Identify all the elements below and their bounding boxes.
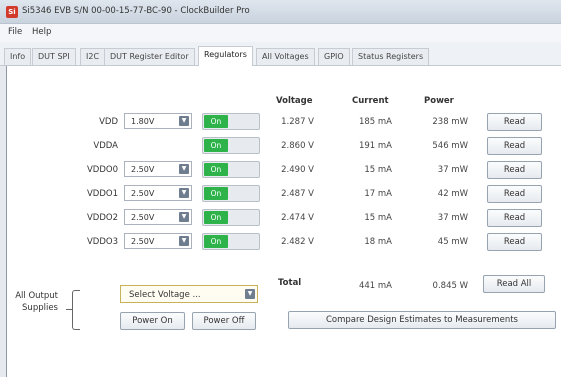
tab-info[interactable]: Info — [4, 48, 32, 65]
vdd-voltage-select[interactable]: 1.80V ▼ — [124, 113, 192, 129]
vddo3-power-reading: 45 mW — [437, 237, 468, 247]
row-label-vddo0: VDDO0 — [86, 165, 118, 175]
vddo1-voltage-select[interactable]: 2.50V ▼ — [124, 185, 192, 201]
compare-estimates-button[interactable]: Compare Design Estimates to Measurements — [288, 311, 556, 329]
vddo2-voltage-reading: 2.474 V — [281, 213, 314, 223]
app-icon: Si — [6, 6, 18, 18]
vdd-current-reading: 185 mA — [358, 117, 392, 127]
vddo2-power-toggle[interactable]: On — [202, 209, 260, 226]
all-output-voltage-select[interactable]: Select Voltage ... ▼ — [120, 285, 258, 303]
toggle-on-label: On — [204, 211, 228, 224]
vddo0-current-reading: 15 mA — [364, 165, 392, 175]
chevron-down-icon[interactable]: ▼ — [179, 212, 189, 222]
vddo3-voltage-reading: 2.482 V — [281, 237, 314, 247]
toggle-on-label: On — [204, 115, 228, 128]
vdda-power-reading: 546 mW — [432, 141, 468, 151]
power-off-button[interactable]: Power Off — [192, 312, 256, 330]
panel-divider — [6, 66, 7, 377]
vddo0-voltage-value: 2.50V — [131, 165, 155, 174]
tab-strip: Info DUT SPI I2C DUT Register Editor Reg… — [0, 42, 561, 66]
vddo0-power-toggle[interactable]: On — [202, 161, 260, 178]
chevron-down-icon[interactable]: ▼ — [179, 164, 189, 174]
chevron-down-icon[interactable]: ▼ — [245, 289, 255, 299]
chevron-down-icon[interactable]: ▼ — [179, 116, 189, 126]
toggle-on-label: On — [204, 139, 228, 152]
menu-help[interactable]: Help — [32, 27, 51, 37]
vddo2-voltage-value: 2.50V — [131, 213, 155, 222]
vddo3-read-button[interactable]: Read — [487, 233, 542, 251]
total-current: 441 mA — [358, 281, 392, 291]
row-label-vdda: VDDA — [93, 141, 118, 151]
vddo2-read-button[interactable]: Read — [487, 209, 542, 227]
header-voltage: Voltage — [276, 96, 313, 106]
vdd-voltage-value: 1.80V — [131, 117, 155, 126]
total-power: 0.845 W — [432, 281, 468, 291]
power-on-button[interactable]: Power On — [120, 312, 185, 330]
vddo1-voltage-value: 2.50V — [131, 189, 155, 198]
row-label-vddo3: VDDO3 — [86, 237, 118, 247]
vddo2-voltage-select[interactable]: 2.50V ▼ — [124, 209, 192, 225]
vddo0-read-button[interactable]: Read — [487, 161, 542, 179]
vdda-power-toggle[interactable]: On — [202, 137, 260, 154]
vddo2-current-reading: 15 mA — [364, 213, 392, 223]
row-label-vddo2: VDDO2 — [86, 213, 118, 223]
all-output-label: All Output — [15, 291, 58, 301]
row-label-vddo1: VDDO1 — [86, 189, 118, 199]
vddo0-voltage-reading: 2.490 V — [281, 165, 314, 175]
vddo1-power-reading: 42 mW — [437, 189, 468, 199]
vddo3-current-reading: 18 mA — [364, 237, 392, 247]
row-label-vdd: VDD — [99, 117, 118, 127]
vdda-read-button[interactable]: Read — [487, 137, 542, 155]
title-bar: Si Si5346 EVB S/N 00-00-15-77-BC-90 - Cl… — [0, 0, 561, 24]
vddo0-voltage-select[interactable]: 2.50V ▼ — [124, 161, 192, 177]
menu-bar: File Help — [0, 24, 561, 42]
vddo2-power-reading: 37 mW — [437, 213, 468, 223]
select-voltage-placeholder: Select Voltage ... — [129, 290, 201, 300]
vddo3-voltage-value: 2.50V — [131, 237, 155, 246]
vddo1-voltage-reading: 2.487 V — [281, 189, 314, 199]
tab-gpio[interactable]: GPIO — [318, 48, 350, 65]
header-power: Power — [424, 96, 454, 106]
header-current: Current — [352, 96, 389, 106]
supplies-label: Supplies — [22, 303, 58, 313]
vdd-power-toggle[interactable]: On — [202, 113, 260, 130]
tab-i2c[interactable]: I2C — [80, 48, 106, 65]
toggle-on-label: On — [204, 187, 228, 200]
tab-dut-spi[interactable]: DUT SPI — [32, 48, 76, 65]
group-bracket — [72, 290, 80, 330]
tab-status-registers[interactable]: Status Registers — [352, 48, 430, 65]
vdd-read-button[interactable]: Read — [487, 113, 542, 131]
vdda-current-reading: 191 mA — [358, 141, 392, 151]
tab-dut-register-editor[interactable]: DUT Register Editor — [104, 48, 195, 65]
vddo1-current-reading: 17 mA — [364, 189, 392, 199]
vddo0-power-reading: 37 mW — [437, 165, 468, 175]
menu-file[interactable]: File — [8, 27, 22, 37]
toggle-on-label: On — [204, 163, 228, 176]
chevron-down-icon[interactable]: ▼ — [179, 236, 189, 246]
vddo3-voltage-select[interactable]: 2.50V ▼ — [124, 233, 192, 249]
window-title: Si5346 EVB S/N 00-00-15-77-BC-90 - Clock… — [22, 6, 250, 16]
vddo1-power-toggle[interactable]: On — [202, 185, 260, 202]
total-label: Total — [278, 278, 302, 288]
vddo1-read-button[interactable]: Read — [487, 185, 542, 203]
vdd-voltage-reading: 1.287 V — [281, 117, 314, 127]
read-all-button[interactable]: Read All — [483, 275, 545, 293]
toggle-on-label: On — [204, 235, 228, 248]
chevron-down-icon[interactable]: ▼ — [179, 188, 189, 198]
tab-all-voltages[interactable]: All Voltages — [256, 48, 315, 65]
vdd-power-reading: 238 mW — [432, 117, 468, 127]
vdda-voltage-reading: 2.860 V — [281, 141, 314, 151]
vddo3-power-toggle[interactable]: On — [202, 233, 260, 250]
tab-regulators[interactable]: Regulators — [198, 46, 253, 66]
